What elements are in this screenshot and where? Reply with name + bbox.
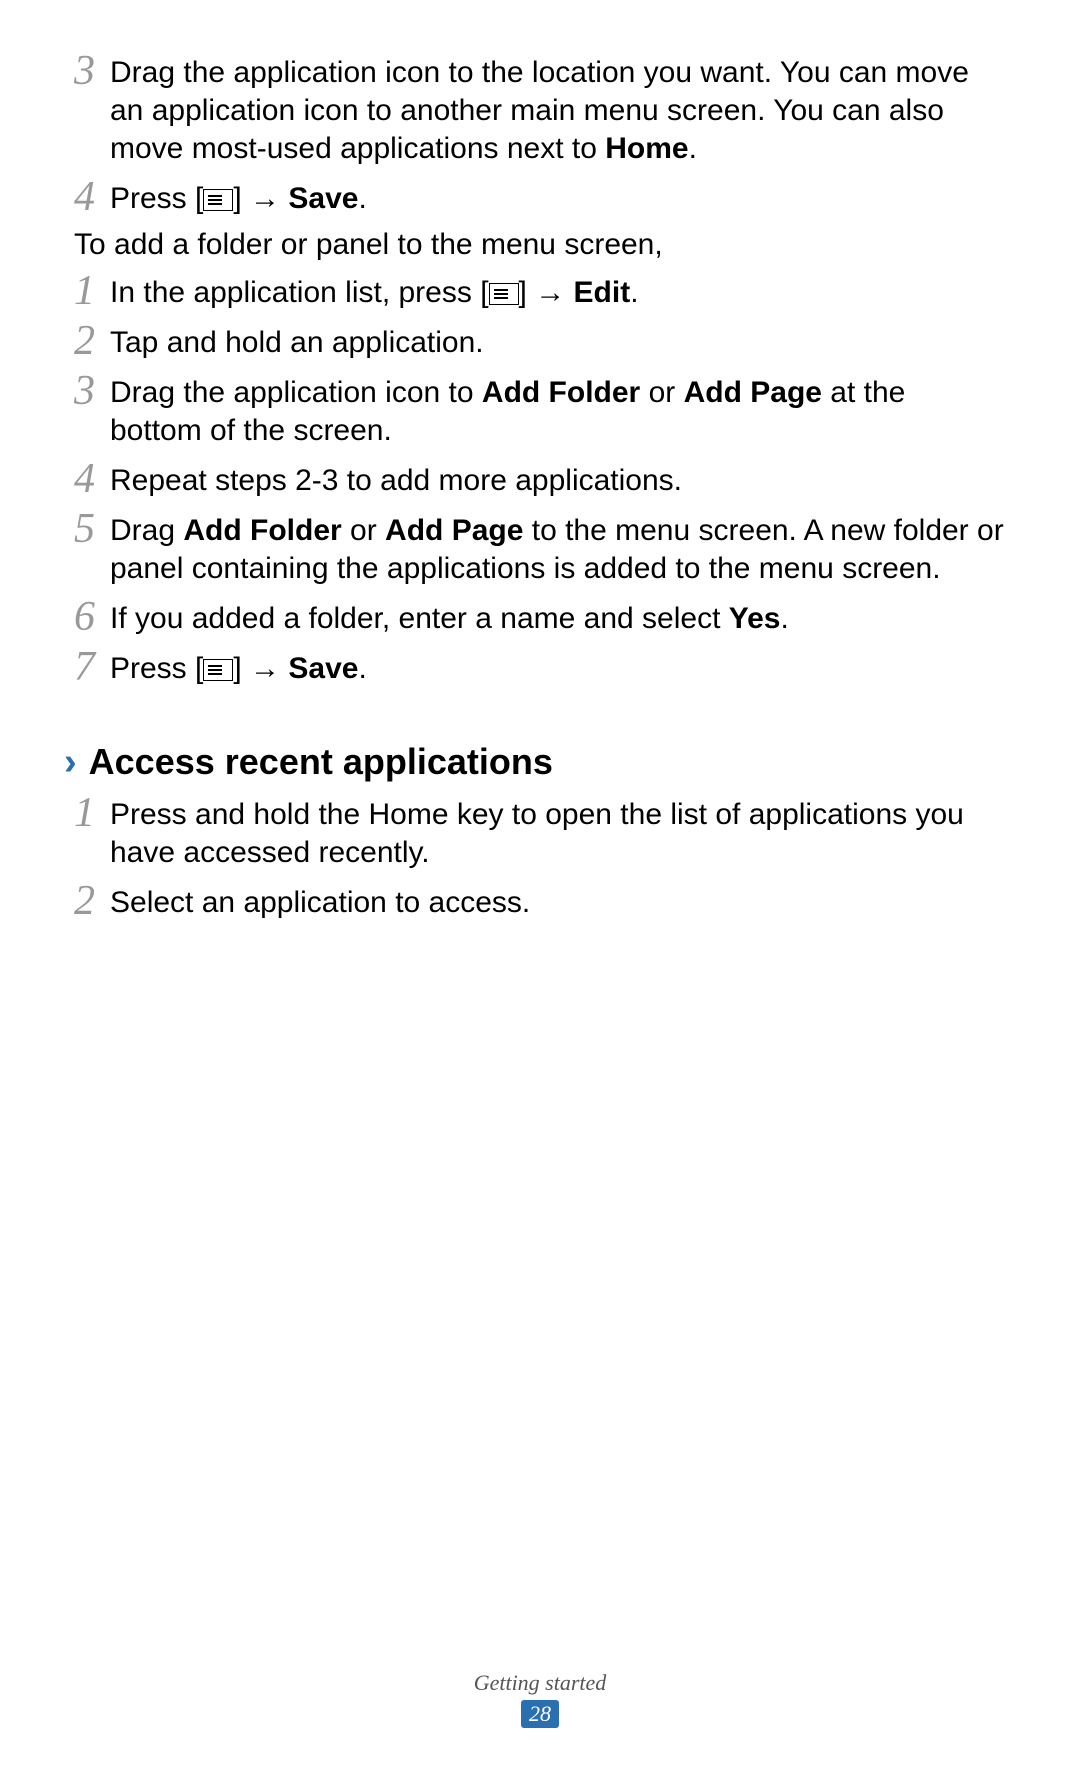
- page-content: 3 Drag the application icon to the locat…: [74, 54, 1004, 924]
- menu-icon: [203, 189, 233, 211]
- step-body: Drag the application icon to Add Folder …: [110, 374, 1004, 450]
- page-number-badge: 28: [521, 1700, 559, 1728]
- step-number: 4: [74, 178, 95, 216]
- step-c-2: 2 Select an application to access.: [74, 884, 1004, 922]
- step-number: 1: [74, 794, 95, 832]
- section-heading: › Access recent applications: [64, 742, 1004, 782]
- step-b-3: 3 Drag the application icon to Add Folde…: [74, 374, 1004, 450]
- step-body: Select an application to access.: [110, 884, 1004, 922]
- step-number: 7: [74, 648, 95, 686]
- step-body: Press and hold the Home key to open the …: [110, 796, 1004, 872]
- menu-icon: [489, 283, 519, 305]
- step-b-4: 4 Repeat steps 2-3 to add more applicati…: [74, 462, 1004, 500]
- step-body: Press [] → Save.: [110, 650, 1004, 688]
- step-a-3: 3 Drag the application icon to the locat…: [74, 54, 1004, 168]
- step-b-2: 2 Tap and hold an application.: [74, 324, 1004, 362]
- chevron-icon: ›: [64, 743, 77, 781]
- step-body: Repeat steps 2-3 to add more application…: [110, 462, 1004, 500]
- step-body: Drag the application icon to the locatio…: [110, 54, 1004, 168]
- section-title: Access recent applications: [89, 742, 553, 782]
- step-b-1: 1 In the application list, press [] → Ed…: [74, 274, 1004, 312]
- step-body: Tap and hold an application.: [110, 324, 1004, 362]
- step-number: 1: [74, 272, 95, 310]
- step-body: Drag Add Folder or Add Page to the menu …: [110, 512, 1004, 588]
- page-footer: Getting started 28: [0, 1670, 1080, 1728]
- step-b-6: 6 If you added a folder, enter a name an…: [74, 600, 1004, 638]
- step-number: 6: [74, 598, 95, 636]
- step-body: In the application list, press [] → Edit…: [110, 274, 1004, 312]
- step-body: If you added a folder, enter a name and …: [110, 600, 1004, 638]
- step-number: 2: [74, 322, 95, 360]
- step-c-1: 1 Press and hold the Home key to open th…: [74, 796, 1004, 872]
- step-b-7: 7 Press [] → Save.: [74, 650, 1004, 688]
- intro-line: To add a folder or panel to the menu scr…: [74, 226, 1004, 264]
- step-number: 4: [74, 460, 95, 498]
- step-number: 3: [74, 52, 95, 90]
- step-b-5: 5 Drag Add Folder or Add Page to the men…: [74, 512, 1004, 588]
- step-body: Press [] → Save.: [110, 180, 1004, 218]
- menu-icon: [203, 659, 233, 681]
- step-number: 5: [74, 510, 95, 548]
- step-number: 2: [74, 882, 95, 920]
- step-a-4: 4 Press [] → Save.: [74, 180, 1004, 218]
- step-number: 3: [74, 372, 95, 410]
- footer-section-label: Getting started: [0, 1670, 1080, 1696]
